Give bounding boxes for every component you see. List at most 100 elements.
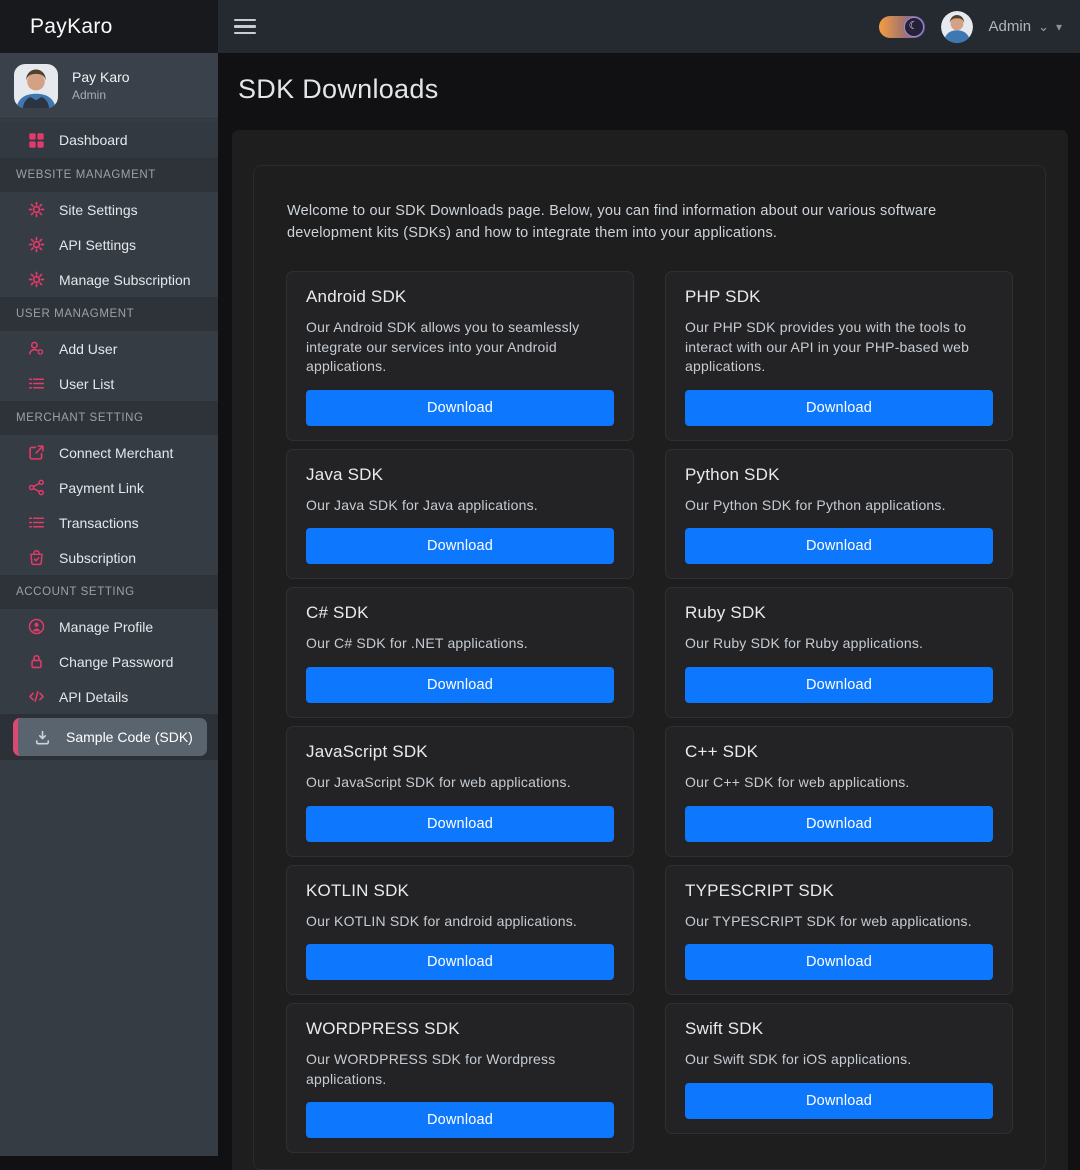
sdk-card-javascript: JavaScript SDK Our JavaScript SDK for we… xyxy=(286,726,634,857)
sidebar-item-label: Manage Profile xyxy=(59,619,153,635)
download-button[interactable]: Download xyxy=(306,528,614,564)
sidebar-item-label: Transactions xyxy=(59,515,139,531)
list-icon xyxy=(28,514,45,531)
card-description: Our Python SDK for Python applications. xyxy=(685,496,993,516)
sdk-card-typescript: TYPESCRIPT SDK Our TYPESCRIPT SDK for we… xyxy=(665,865,1013,996)
list-icon xyxy=(28,375,45,392)
sdk-card-grid: Android SDK Our Android SDK allows you t… xyxy=(286,271,1013,1153)
sidebar-item-label: Sample Code (SDK) xyxy=(66,729,193,745)
card-description: Our Swift SDK for iOS applications. xyxy=(685,1050,993,1070)
sidebar-item-api-details[interactable]: API Details xyxy=(0,679,218,714)
sdk-card-python: Python SDK Our Python SDK for Python app… xyxy=(665,449,1013,580)
sidebar-item-subscription[interactable]: Subscription xyxy=(0,540,218,575)
sidebar-nav: Dashboard WEBSITE MANAGMENT Site Setting… xyxy=(0,119,218,760)
download-button[interactable]: Download xyxy=(306,667,614,703)
sdk-card-kotlin: KOTLIN SDK Our KOTLIN SDK for android ap… xyxy=(286,865,634,996)
card-title: Ruby SDK xyxy=(685,603,993,623)
download-button[interactable]: Download xyxy=(685,806,993,842)
chevron-down-icon: ⌄ xyxy=(1038,20,1049,33)
sidebar-item-dashboard[interactable]: Dashboard xyxy=(0,122,218,158)
card-title: WORDPRESS SDK xyxy=(306,1019,614,1039)
sdk-card-java: Java SDK Our Java SDK for Java applicati… xyxy=(286,449,634,580)
sidebar-item-label: Dashboard xyxy=(59,132,128,148)
card-description: Our Java SDK for Java applications. xyxy=(306,496,614,516)
share-icon xyxy=(28,479,45,496)
sidebar-item-connect-merchant[interactable]: Connect Merchant xyxy=(0,435,218,470)
section-header-website-management: WEBSITE MANAGMENT xyxy=(0,158,218,192)
section-header-account-setting: ACCOUNT SETTING xyxy=(0,575,218,609)
sidebar-item-label: Connect Merchant xyxy=(59,445,173,461)
card-description: Our Ruby SDK for Ruby applications. xyxy=(685,634,993,654)
sdk-card-php: PHP SDK Our PHP SDK provides you with th… xyxy=(665,271,1013,441)
card-title: Python SDK xyxy=(685,465,993,485)
avatar xyxy=(14,64,58,108)
moon-icon: ☾ xyxy=(904,17,924,37)
download-button[interactable]: Download xyxy=(685,667,993,703)
menu-toggle-icon[interactable] xyxy=(234,15,256,39)
user-menu[interactable]: Admin ⌄ ▾ xyxy=(989,18,1062,35)
sidebar-item-label: Change Password xyxy=(59,654,173,670)
sidebar-item-manage-subscription[interactable]: Manage Subscription xyxy=(0,262,218,297)
sidebar-item-sample-code-sdk[interactable]: Sample Code (SDK) xyxy=(13,718,207,756)
welcome-text: Welcome to our SDK Downloads page. Below… xyxy=(287,200,959,245)
sdk-card-cpp: C++ SDK Our C++ SDK for web applications… xyxy=(665,726,1013,857)
topbar-right: ☾ Admin ⌄ ▾ xyxy=(879,11,1062,43)
user-menu-label: Admin xyxy=(989,18,1032,35)
section-header-user-management: USER MANAGMENT xyxy=(0,297,218,331)
card-title: C++ SDK xyxy=(685,742,993,762)
sdk-panel: Welcome to our SDK Downloads page. Below… xyxy=(253,165,1046,1170)
card-description: Our WORDPRESS SDK for Wordpress applicat… xyxy=(306,1050,614,1089)
sidebar-item-site-settings[interactable]: Site Settings xyxy=(0,192,218,227)
card-title: KOTLIN SDK xyxy=(306,881,614,901)
sidebar-item-transactions[interactable]: Transactions xyxy=(0,505,218,540)
sdk-card-wordpress: WORDPRESS SDK Our WORDPRESS SDK for Word… xyxy=(286,1003,634,1153)
brand-name: PayKaro xyxy=(30,15,113,39)
brand-logo[interactable]: PayKaro xyxy=(0,0,218,53)
sidebar-profile: Pay Karo Admin xyxy=(0,53,218,119)
sidebar-item-label: API Settings xyxy=(59,237,136,253)
sidebar-item-api-settings[interactable]: API Settings xyxy=(0,227,218,262)
sidebar-item-payment-link[interactable]: Payment Link xyxy=(0,470,218,505)
card-description: Our KOTLIN SDK for android applications. xyxy=(306,912,614,932)
profile-role: Admin xyxy=(72,88,130,102)
card-description: Our C++ SDK for web applications. xyxy=(685,773,993,793)
download-button[interactable]: Download xyxy=(306,390,614,426)
download-button[interactable]: Download xyxy=(685,1083,993,1119)
gear-icon xyxy=(28,236,45,253)
sidebar: PayKaro Pay Karo Admin Dashboard WEBSITE… xyxy=(0,0,218,1156)
download-button[interactable]: Download xyxy=(685,390,993,426)
gear-icon xyxy=(28,271,45,288)
sdk-card-swift: Swift SDK Our Swift SDK for iOS applicat… xyxy=(665,1003,1013,1134)
card-title: Android SDK xyxy=(306,287,614,307)
download-icon xyxy=(34,729,51,746)
gear-icon xyxy=(28,201,45,218)
sidebar-item-label: Subscription xyxy=(59,550,136,566)
avatar[interactable] xyxy=(941,11,973,43)
card-title: TYPESCRIPT SDK xyxy=(685,881,993,901)
bag-check-icon xyxy=(28,549,45,566)
card-description: Our JavaScript SDK for web applications. xyxy=(306,773,614,793)
download-button[interactable]: Download xyxy=(685,528,993,564)
card-title: JavaScript SDK xyxy=(306,742,614,762)
download-button[interactable]: Download xyxy=(306,1102,614,1138)
card-title: PHP SDK xyxy=(685,287,993,307)
download-button[interactable]: Download xyxy=(306,806,614,842)
person-circle-icon xyxy=(28,618,45,635)
section-header-merchant-setting: MERCHANT SETTING xyxy=(0,401,218,435)
download-button[interactable]: Download xyxy=(306,944,614,980)
sdk-card-ruby: Ruby SDK Our Ruby SDK for Ruby applicati… xyxy=(665,587,1013,718)
sdk-card-android: Android SDK Our Android SDK allows you t… xyxy=(286,271,634,441)
content-panel: Welcome to our SDK Downloads page. Below… xyxy=(232,130,1068,1170)
sidebar-item-user-list[interactable]: User List xyxy=(0,366,218,401)
sidebar-item-label: Manage Subscription xyxy=(59,272,191,288)
download-button[interactable]: Download xyxy=(685,944,993,980)
sidebar-item-manage-profile[interactable]: Manage Profile xyxy=(0,609,218,644)
sidebar-active-row: Sample Code (SDK) xyxy=(0,714,218,760)
sidebar-item-add-user[interactable]: Add User xyxy=(0,331,218,366)
sidebar-item-change-password[interactable]: Change Password xyxy=(0,644,218,679)
theme-toggle[interactable]: ☾ xyxy=(879,16,925,38)
lock-icon xyxy=(28,653,45,670)
caret-down-icon: ▾ xyxy=(1056,21,1062,33)
card-description: Our C# SDK for .NET applications. xyxy=(306,634,614,654)
sidebar-item-label: API Details xyxy=(59,689,128,705)
